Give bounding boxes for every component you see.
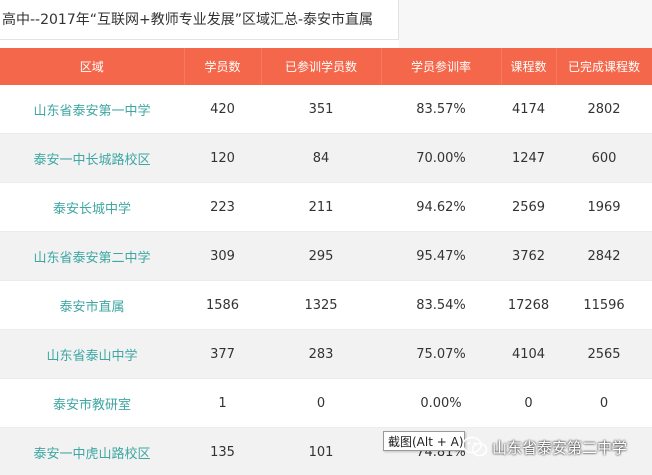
trained-cell: 84 xyxy=(261,133,381,183)
column-header-courses[interactable]: 课程数 xyxy=(501,48,557,85)
summary-table: 区域 学员数 已参训学员数 学员参训率 课程数 已完成课程数 山东省泰安第一中学… xyxy=(0,48,652,475)
table-row: 泰安市教研室 1 0 0.00% 0 0 xyxy=(0,378,652,428)
courses-cell: 4104 xyxy=(501,329,556,379)
area-link[interactable]: 山东省泰安第一中学 xyxy=(0,85,184,134)
rate-cell: 70.00% xyxy=(381,133,501,183)
column-header-trained[interactable]: 已参训学员数 xyxy=(261,48,382,85)
area-link[interactable]: 泰安长城中学 xyxy=(0,182,184,232)
courses-cell: 2569 xyxy=(501,182,556,232)
title-bar: 高中--2017年“互联网+教师专业发展”区域汇总-泰安市直属 xyxy=(0,0,399,40)
title-gap xyxy=(399,0,652,48)
completed-cell: 0 xyxy=(556,378,652,428)
trained-cell: 101 xyxy=(261,427,381,475)
area-link[interactable]: 山东省泰安第二中学 xyxy=(0,231,184,281)
rate-cell: 94.62% xyxy=(381,182,501,232)
table-header-row: 区域 学员数 已参训学员数 学员参训率 课程数 已完成课程数 xyxy=(0,48,652,85)
table-row: 山东省泰山中学 377 283 75.07% 4104 2565 xyxy=(0,329,652,379)
students-cell: 223 xyxy=(184,182,261,232)
area-link[interactable]: 山东省泰山中学 xyxy=(0,329,184,379)
students-cell: 135 xyxy=(184,427,261,475)
watermark-text: 山东省泰安第二中学 xyxy=(492,438,628,457)
students-cell: 309 xyxy=(184,231,261,281)
students-cell: 420 xyxy=(184,85,261,134)
table-row: 山东省泰安第二中学 309 295 95.47% 3762 2842 xyxy=(0,231,652,281)
courses-cell: 4174 xyxy=(501,85,556,134)
page-title: 高中--2017年“互联网+教师专业发展”区域汇总-泰安市直属 xyxy=(2,12,374,28)
students-cell: 120 xyxy=(184,133,261,183)
rate-cell: 83.54% xyxy=(381,280,501,330)
completed-cell: 2802 xyxy=(556,85,652,134)
table-row: 泰安市直属 1586 1325 83.54% 17268 11596 xyxy=(0,280,652,330)
rate-cell: 95.47% xyxy=(381,231,501,281)
rate-cell: 0.00% xyxy=(381,378,501,428)
table-row: 山东省泰安第一中学 420 351 83.57% 4174 2802 xyxy=(0,85,652,134)
column-header-rate[interactable]: 学员参训率 xyxy=(381,48,502,85)
trained-cell: 283 xyxy=(261,329,381,379)
table-row: 泰安一中长城路校区 120 84 70.00% 1247 600 xyxy=(0,133,652,183)
courses-cell: 3762 xyxy=(501,231,556,281)
column-header-students[interactable]: 学员数 xyxy=(184,48,262,85)
trained-cell: 211 xyxy=(261,182,381,232)
wechat-icon xyxy=(462,436,488,457)
students-cell: 377 xyxy=(184,329,261,379)
courses-cell: 17268 xyxy=(501,280,556,330)
screenshot-tooltip: 截图(Alt + A) xyxy=(383,431,465,451)
completed-cell: 600 xyxy=(556,133,652,183)
report-page: 高中--2017年“互联网+教师专业发展”区域汇总-泰安市直属 区域 学员数 已… xyxy=(0,0,652,475)
students-cell: 1586 xyxy=(184,280,261,330)
trained-cell: 1325 xyxy=(261,280,381,330)
account-watermark: 山东省泰安第二中学 xyxy=(462,429,627,465)
completed-cell: 11596 xyxy=(556,280,652,330)
trained-cell: 351 xyxy=(261,85,381,134)
rate-cell: 75.07% xyxy=(381,329,501,379)
area-link[interactable]: 泰安一中虎山路校区 xyxy=(0,427,184,475)
summary-table-container: 区域 学员数 已参训学员数 学员参训率 课程数 已完成课程数 山东省泰安第一中学… xyxy=(0,48,652,475)
courses-cell: 0 xyxy=(501,378,556,428)
students-cell: 1 xyxy=(184,378,261,428)
completed-cell: 1969 xyxy=(556,182,652,232)
trained-cell: 295 xyxy=(261,231,381,281)
column-header-completed[interactable]: 已完成课程数 xyxy=(556,48,652,85)
area-link[interactable]: 泰安一中长城路校区 xyxy=(0,133,184,183)
rate-cell: 83.57% xyxy=(381,85,501,134)
courses-cell: 1247 xyxy=(501,133,556,183)
completed-cell: 2565 xyxy=(556,329,652,379)
table-row: 泰安长城中学 223 211 94.62% 2569 1969 xyxy=(0,182,652,232)
trained-cell: 0 xyxy=(261,378,381,428)
area-link[interactable]: 泰安市直属 xyxy=(0,280,184,330)
column-header-area[interactable]: 区域 xyxy=(0,48,185,85)
completed-cell: 2842 xyxy=(556,231,652,281)
area-link[interactable]: 泰安市教研室 xyxy=(0,378,184,428)
